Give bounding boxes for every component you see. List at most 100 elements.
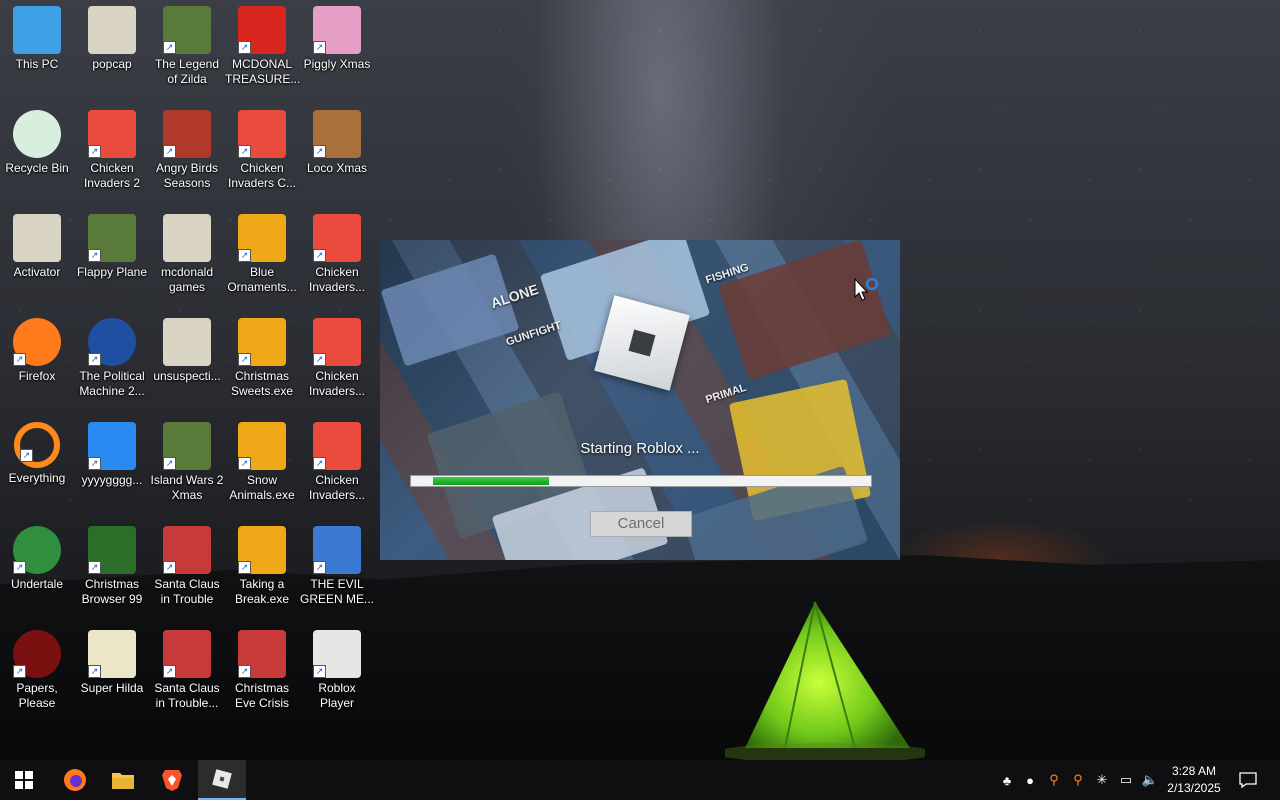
desktop-icon[interactable]: ↗ Angry Birds Seasons [150,104,224,191]
desktop-icon[interactable]: ↗ Firefox [0,312,74,384]
notifications-icon[interactable] [1236,760,1260,800]
desktop-icon-label: THE EVIL GREEN ME... [300,577,375,606]
brave-taskbar-button[interactable] [148,760,196,800]
firefox-taskbar-button[interactable] [51,760,99,800]
desktop-icon[interactable]: unsuspecti... [150,312,224,384]
shortcut-arrow-icon: ↗ [238,561,251,574]
desktop-icon-label: Super Hilda [80,681,144,695]
shortcut-arrow-icon: ↗ [88,561,101,574]
network-icon[interactable]: ▭ [1116,760,1136,800]
roblox-taskbar-button[interactable] [198,760,246,800]
shortcut-arrow-icon: ↗ [163,665,176,678]
desktop-icon-label: MCDONAL TREASURE... [225,57,301,86]
shortcut-arrow-icon: ↗ [313,561,326,574]
desktop-icon-label: popcap [92,57,132,71]
desktop-icon[interactable]: ↗ Snow Animals.exe [225,416,299,503]
clock-date: 2/13/2025 [1167,781,1221,795]
tray-search-icon[interactable]: ⚲ [1044,760,1064,800]
desktop-icon[interactable]: ↗ Papers, Please [0,624,74,711]
tree-icon: ↗ [88,526,136,574]
pixel-icon: ↗ [88,630,136,678]
desktop-icon[interactable]: ↗ The Political Machine 2... [75,312,149,399]
desktop-icon[interactable]: ↗ Christmas Sweets.exe [225,312,299,399]
shortcut-arrow-icon: ↗ [313,41,326,54]
desktop-icon[interactable]: ↗ Loco Xmas [300,104,374,176]
desktop-icon-label: Snow Animals.exe [229,473,295,502]
desktop-icon[interactable]: ↗ Chicken Invaders... [300,416,374,503]
desktop-icon[interactable]: ↗ Chicken Invaders... [300,208,374,295]
shortcut-arrow-icon: ↗ [238,665,251,678]
desktop-icon[interactable]: ↗ The Legend of Zilda [150,0,224,87]
start-button[interactable] [0,760,48,800]
desktop-icon[interactable]: ↗ Roblox Player [300,624,374,711]
shortcut-arrow-icon: ↗ [313,457,326,470]
desktop-icon[interactable]: ↗ Everything [0,416,74,486]
desktop-icon[interactable]: Activator [0,208,74,280]
desktop-icon[interactable]: ↗ Blue Ornaments... [225,208,299,295]
desktop-icon[interactable]: popcap [75,0,149,72]
messenger-icon: ↗ [313,526,361,574]
desktop-icon-label: Recycle Bin [5,161,69,175]
bear-icon: ↗ [313,110,361,158]
tray-everything-icon[interactable]: ⚲ [1068,760,1088,800]
tray-sparkle-icon[interactable]: ✳ [1092,760,1112,800]
mcdonalds-icon: ↗ [238,6,286,54]
desktop-icon[interactable]: ↗ Christmas Browser 99 [75,520,149,607]
computer-icon [13,6,61,54]
tray-drop-icon[interactable]: ● [1021,760,1039,800]
desktop-icon[interactable]: ↗ Island Wars 2 Xmas [150,416,224,503]
desktop-icon[interactable]: ↗ Chicken Invaders C... [225,104,299,191]
desktop-icon[interactable]: ↗ Santa Claus in Trouble [150,520,224,607]
undertale-icon: ↗ [13,526,61,574]
shortcut-arrow-icon: ↗ [13,353,26,366]
chicken-icon: ↗ [238,110,286,158]
desktop-icon[interactable]: mcdonald games [150,208,224,295]
shortcut-arrow-icon: ↗ [163,145,176,158]
cancel-button[interactable]: Cancel [590,511,692,537]
shortcut-arrow-icon: ↗ [88,145,101,158]
shortcut-arrow-icon: ↗ [238,457,251,470]
chicken-icon: ↗ [313,422,361,470]
desktop-icon[interactable]: ↗ Chicken Invaders... [300,312,374,399]
chicken-icon: ↗ [88,110,136,158]
installer-icon: ↗ [238,214,286,262]
desktop-icon[interactable]: ↗ THE EVIL GREEN ME... [300,520,374,607]
desktop-icon[interactable]: ↗ Santa Claus in Trouble... [150,624,224,711]
file-explorer-taskbar-button[interactable] [99,760,147,800]
desktop-icon[interactable]: ↗ Christmas Eve Crisis [225,624,299,711]
launcher-progress-fill [433,477,549,485]
installer-icon: ↗ [238,318,286,366]
busy-cursor-icon [854,278,879,301]
desktop-icon[interactable]: This PC [0,0,74,72]
desktop-icon[interactable]: ↗ Chicken Invaders 2 [75,104,149,191]
desktop-icon[interactable]: ↗ Super Hilda [75,624,149,696]
volume-icon[interactable]: 🔈 [1140,760,1160,800]
desktop-icon[interactable]: Recycle Bin [0,104,74,176]
desktop-icon-label: Angry Birds Seasons [155,161,219,190]
shortcut-arrow-icon: ↗ [238,249,251,262]
desktop-icon-label: Taking a Break.exe [234,577,290,606]
game-icon: ↗ [163,6,211,54]
desktop-icon[interactable]: ↗ Taking a Break.exe [225,520,299,607]
tray-people-icon[interactable]: ♣ [997,760,1017,800]
desktop-icon-label: Christmas Sweets.exe [230,369,294,398]
desktop-icon-label: The Political Machine 2... [79,369,145,398]
desktop-icon-label: Flappy Plane [76,265,148,279]
desktop-icon[interactable]: ↗ Piggly Xmas [300,0,374,72]
desktop-icon[interactable]: ↗ yyyygggg... [75,416,149,488]
shortcut-arrow-icon: ↗ [88,665,101,678]
desktop-icon-label: mcdonald games [160,265,214,294]
desktop-icon-label: Chicken Invaders 2 [83,161,141,190]
chicken-icon: ↗ [313,318,361,366]
desktop-icon[interactable]: ↗ MCDONAL TREASURE... [225,0,301,87]
taskbar-clock[interactable]: 3:28 AM 2/13/2025 [1164,763,1224,797]
desktop-icon[interactable]: ↗ Undertale [0,520,74,592]
brave-icon [162,770,182,791]
desktop-icon[interactable]: ↗ Flappy Plane [75,208,149,280]
shortcut-arrow-icon: ↗ [13,561,26,574]
desktop-icon-label: Activator [13,265,61,279]
desktop-icon-label: Blue Ornaments... [227,265,297,294]
taskbar: ♣ ● ⚲ ⚲ ✳ ▭ 🔈 3:28 AM 2/13/2025 [0,760,1280,800]
desktop-icon-label: Loco Xmas [306,161,368,175]
desktop-icon-label: Christmas Eve Crisis [234,681,289,710]
